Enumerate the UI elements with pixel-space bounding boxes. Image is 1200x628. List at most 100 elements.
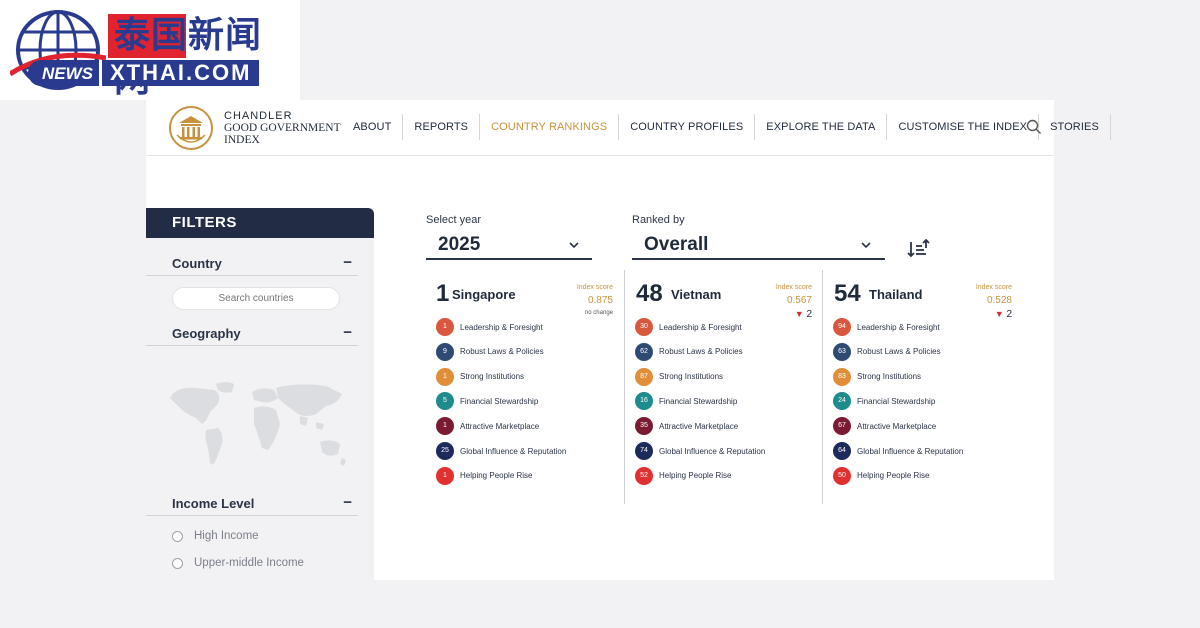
nav-customise-the-index[interactable]: CUSTOMISE THE INDEX — [887, 114, 1040, 140]
brand-logo[interactable]: CHANDLER GOOD GOVERNMENT INDEX — [168, 105, 341, 151]
pillar-row[interactable]: 83 Strong Institutions — [833, 367, 922, 386]
pillar-row[interactable]: 67 Attractive Marketplace — [833, 417, 937, 436]
pillar-name: Global Influence & Reputation — [460, 446, 567, 456]
nav-reports[interactable]: REPORTS — [403, 114, 481, 140]
rank-change: no change — [584, 310, 613, 316]
pillar-rank-badge: 64 — [833, 442, 851, 460]
radio-upper-middle-income[interactable] — [172, 557, 183, 569]
world-map[interactable] — [166, 378, 354, 478]
nav-country-profiles[interactable]: COUNTRY PROFILES — [619, 114, 756, 140]
pillar-row[interactable]: 64 Global Influence & Reputation — [833, 442, 963, 460]
sort-icon[interactable] — [906, 238, 930, 260]
ranked-by-select[interactable]: Overall — [632, 232, 885, 260]
index-score-value: 0.875 — [587, 295, 613, 306]
pillar-row[interactable]: 1 Helping People Rise — [436, 466, 533, 485]
country-section[interactable]: Country − — [146, 254, 358, 276]
brand-line-3: INDEX — [224, 134, 260, 146]
income-collapse-icon[interactable]: − — [343, 494, 352, 511]
pillar-rank-badge: 83 — [833, 367, 851, 386]
pillar-row[interactable]: 16 Financial Stewardship — [635, 392, 737, 411]
pillar-name: Attractive Marketplace — [857, 421, 937, 431]
index-score-label: Index score — [775, 284, 812, 291]
pillar-name: Helping People Rise — [659, 471, 732, 481]
radio-label-high-income: High Income — [194, 530, 259, 542]
pillar-row[interactable]: 52 Helping People Rise — [635, 466, 732, 485]
rank-change: ▼ 2 — [994, 309, 1012, 320]
country-collapse-icon[interactable]: − — [343, 254, 352, 271]
rank-change: ▼ 2 — [794, 309, 812, 320]
geography-section[interactable]: Geography − — [146, 324, 358, 346]
pillar-row[interactable]: 25 Global Influence & Reputation — [436, 442, 566, 460]
rankings-main: Select year 2025 Ranked by Overall 1 Sin… — [374, 156, 1054, 580]
geography-section-title: Geography — [172, 326, 241, 341]
watermark-cn: 泰国新闻网 — [108, 14, 290, 100]
geography-collapse-icon[interactable]: − — [343, 324, 352, 341]
pillar-name: Financial Stewardship — [857, 396, 936, 406]
pillar-row[interactable]: 50 Helping People Rise — [833, 466, 930, 485]
pillar-rank-badge: 1 — [436, 466, 454, 485]
index-score-label: Index score — [975, 284, 1012, 291]
pillar-name: Strong Institutions — [460, 372, 525, 382]
radio-high-income[interactable] — [172, 530, 183, 542]
pillar-row[interactable]: 5 Financial Stewardship — [436, 392, 539, 411]
country-name[interactable]: Vietnam — [671, 287, 721, 302]
pillar-rank-badge: 24 — [833, 392, 851, 411]
search-icon[interactable] — [1026, 119, 1042, 135]
nav-stories[interactable]: STORIES — [1039, 114, 1111, 140]
pillar-rank-badge: 9 — [436, 342, 454, 361]
chevron-down-icon — [569, 242, 579, 249]
country-card-0[interactable]: 1 Singapore Index score 0.875 no change … — [426, 270, 624, 504]
country-card-1[interactable]: 48 Vietnam Index score 0.567 ▼ 2 30 Leade… — [624, 270, 822, 504]
income-section-title: Income Level — [172, 496, 255, 511]
year-select[interactable]: 2025 — [426, 232, 592, 260]
building-icon — [169, 106, 213, 150]
pillar-row[interactable]: 30 Leadership & Foresight — [635, 318, 742, 336]
pillar-name: Leadership & Foresight — [460, 322, 543, 332]
pillar-rank-badge: 62 — [635, 342, 653, 361]
pillar-row[interactable]: 1 Strong Institutions — [436, 367, 525, 386]
country-name[interactable]: Singapore — [452, 287, 516, 302]
pillar-name: Financial Stewardship — [460, 396, 539, 406]
index-score-value: 0.567 — [786, 295, 812, 306]
pillar-row[interactable]: 74 Global Influence & Reputation — [635, 442, 765, 460]
main-nav: ABOUT REPORTS COUNTRY RANKINGS COUNTRY P… — [342, 114, 1111, 140]
search-countries-input[interactable] — [172, 287, 340, 310]
pillar-row[interactable]: 9 Robust Laws & Policies — [436, 342, 544, 361]
pillar-name: Global Influence & Reputation — [659, 446, 766, 456]
pillar-name: Helping People Rise — [460, 471, 533, 481]
pillar-rank-badge: 87 — [635, 367, 653, 386]
pillar-row[interactable]: 62 Robust Laws & Policies — [635, 342, 743, 361]
radio-label-upper-middle-income: Upper-middle Income — [194, 557, 304, 569]
pillar-name: Helping People Rise — [857, 471, 930, 481]
pillar-row[interactable]: 63 Robust Laws & Policies — [833, 342, 941, 361]
pillar-row[interactable]: 24 Financial Stewardship — [833, 392, 936, 411]
income-section[interactable]: Income Level − — [146, 494, 358, 516]
pillar-row[interactable]: 1 Leadership & Foresight — [436, 318, 543, 336]
pillar-rank-badge: 16 — [635, 392, 653, 411]
country-name[interactable]: Thailand — [869, 287, 922, 302]
pillar-rank-badge: 63 — [833, 342, 851, 361]
watermark-en: NEWS XTHAI.COM — [28, 60, 260, 86]
pillar-name: Robust Laws & Policies — [659, 347, 743, 357]
nav-country-rankings[interactable]: COUNTRY RANKINGS — [480, 114, 620, 140]
down-arrow-icon: ▼ — [994, 309, 1004, 319]
pillar-name: Strong Institutions — [857, 372, 922, 382]
filters-title: FILTERS — [146, 208, 374, 238]
income-option-upper-middle[interactable]: Upper-middle Income — [172, 557, 304, 569]
pillar-rank-badge: 94 — [833, 318, 851, 336]
nav-explore-the-data[interactable]: EXPLORE THE DATA — [755, 114, 888, 140]
pillar-row[interactable]: 1 Attractive Marketplace — [436, 417, 539, 436]
filters-panel: FILTERS Country − Geography − Income Lev… — [146, 208, 374, 628]
rank-number: 48 — [636, 280, 663, 307]
pillar-rank-badge: 35 — [635, 417, 653, 436]
pillar-row[interactable]: 87 Strong Institutions — [635, 367, 723, 386]
pillar-rank-badge: 50 — [833, 466, 851, 485]
nav-about[interactable]: ABOUT — [342, 114, 404, 140]
pillar-row[interactable]: 35 Attractive Marketplace — [635, 417, 738, 436]
pillar-rank-badge: 52 — [635, 466, 653, 485]
country-card-2[interactable]: 54 Thailand Index score 0.528 ▼ 2 94 Lead… — [822, 270, 1020, 504]
brand-line-1: CHANDLER — [224, 110, 293, 122]
pillar-row[interactable]: 94 Leadership & Foresight — [833, 318, 940, 336]
income-option-high[interactable]: High Income — [172, 530, 259, 542]
pillar-rank-badge: 30 — [635, 318, 653, 336]
